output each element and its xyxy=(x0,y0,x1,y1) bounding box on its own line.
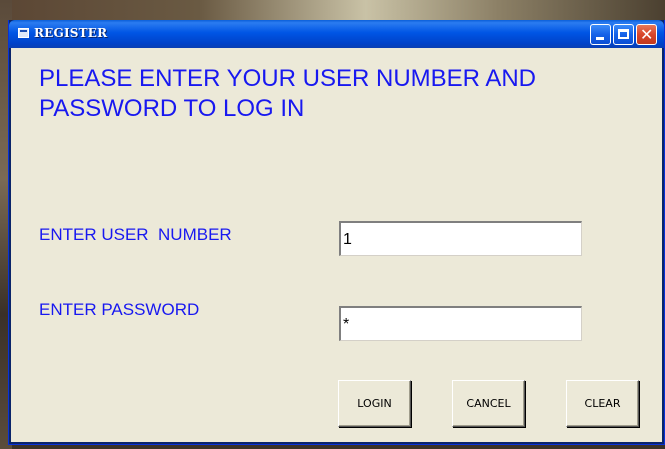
close-icon: ✕ xyxy=(640,25,654,44)
maximize-button[interactable] xyxy=(613,24,634,45)
cancel-button[interactable]: CANCEL xyxy=(452,380,525,427)
password-input[interactable]: * xyxy=(339,306,582,341)
minimize-icon xyxy=(596,37,604,40)
password-label: ENTER PASSWORD xyxy=(39,300,200,319)
register-window: REGISTER ✕ PLEASE ENTER YOUR USER NUMBER… xyxy=(8,20,665,445)
clear-button[interactable]: CLEAR xyxy=(566,380,639,427)
app-icon[interactable] xyxy=(18,28,29,38)
user-number-input[interactable]: 1 xyxy=(339,221,582,256)
window-title: REGISTER xyxy=(34,26,108,40)
title-bar[interactable]: REGISTER ✕ xyxy=(9,20,664,48)
login-button[interactable]: LOGIN xyxy=(338,380,411,427)
instruction-heading: PLEASE ENTER YOUR USER NUMBER AND PASSWO… xyxy=(39,65,537,122)
user-number-label: ENTER USER NUMBER xyxy=(39,225,232,244)
minimize-button[interactable] xyxy=(590,24,611,45)
maximize-icon xyxy=(618,29,629,39)
desktop-background xyxy=(0,0,665,20)
close-button[interactable]: ✕ xyxy=(636,24,657,45)
